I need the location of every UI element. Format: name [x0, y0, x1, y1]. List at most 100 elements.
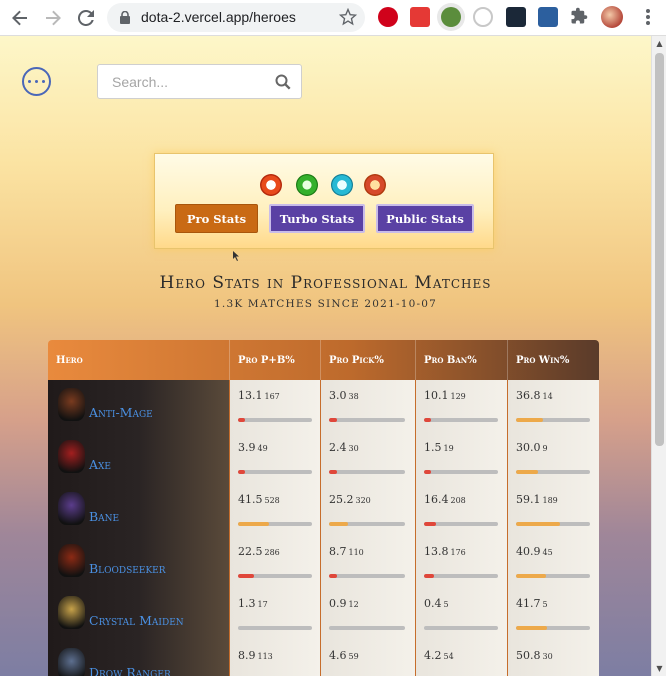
search-icon[interactable]: [275, 74, 291, 90]
stat-bar: [238, 522, 312, 526]
stat-percent: 0.9: [329, 597, 347, 610]
table-header: Hero Pro P+B% Pro Pick% Pro Ban% Pro Win…: [48, 340, 599, 380]
table-row[interactable]: Drow Ranger 8.9 113 4.6 59 4.2 54 50.8 30: [48, 640, 599, 676]
stat-count: 9: [542, 444, 548, 453]
profile-avatar[interactable]: [601, 6, 623, 28]
browser-menu-icon[interactable]: [640, 7, 656, 27]
page-title: Hero Stats in Professional Matches: [159, 273, 492, 293]
column-header-pro-ban[interactable]: Pro Ban%: [416, 340, 508, 380]
hero-cell: Crystal Maiden: [48, 588, 230, 640]
table-row[interactable]: Bloodseeker 22.5 286 8.7 110 13.8 176 40.9 4…: [48, 536, 599, 588]
stat-value: 22.5 286: [238, 545, 280, 558]
stat-bar: [516, 418, 590, 422]
hero-name-link[interactable]: Bane: [89, 509, 119, 524]
stat-bar: [424, 522, 498, 526]
page-subtitle: 1.3K MATCHES SINCE 2021-10-07: [214, 298, 437, 310]
stat-value: 13.1 167: [238, 389, 280, 402]
hero-name-link[interactable]: Drow Ranger: [89, 665, 171, 676]
stat-cell-pb: 1.3 17: [230, 588, 321, 640]
back-icon[interactable]: [8, 6, 32, 30]
extension-pdf-icon[interactable]: [410, 7, 430, 27]
menu-dot: [42, 80, 45, 83]
stat-percent: 8.9: [238, 649, 256, 662]
forward-icon[interactable]: [41, 6, 65, 30]
hero-name-link[interactable]: Bloodseeker: [89, 561, 166, 576]
stat-count: 30: [542, 652, 553, 661]
stat-bar: [329, 418, 405, 422]
agility-attribute-icon[interactable]: [296, 174, 318, 196]
stat-bar: [238, 418, 312, 422]
stat-bar-fill: [516, 626, 548, 630]
stat-bar-fill: [424, 418, 432, 422]
pro-stats-button[interactable]: Pro Stats: [175, 204, 258, 233]
table-row[interactable]: Crystal Maiden 1.3 17 0.9 12 0.4 5 41.7 5: [48, 588, 599, 640]
bookmark-star-icon[interactable]: [339, 8, 357, 26]
mouse-cursor-icon: [233, 251, 239, 261]
extension-timer-icon[interactable]: [473, 7, 493, 27]
reload-icon[interactable]: [74, 6, 98, 30]
stat-count: 5: [443, 600, 449, 609]
stat-percent: 1.5: [424, 441, 442, 454]
stat-percent: 1.3: [238, 597, 256, 610]
strength-attribute-icon[interactable]: [260, 174, 282, 196]
stat-bar-fill: [238, 574, 255, 578]
table-row[interactable]: Anti-Mage 13.1 167 3.0 38 10.1 129 36.8 14: [48, 380, 599, 432]
stat-value: 59.1 189: [516, 493, 558, 506]
hero-cell: Axe: [48, 432, 230, 484]
stat-value: 4.2 54: [424, 649, 454, 662]
scroll-up-arrow-icon[interactable]: ▲: [655, 39, 664, 48]
stat-value: 16.4 208: [424, 493, 466, 506]
page-scrollbar[interactable]: ▲ ▼: [651, 36, 666, 676]
stat-bar-fill: [516, 470, 539, 474]
stat-count: 286: [264, 548, 280, 557]
stat-bar: [424, 574, 498, 578]
stat-count: 38: [348, 392, 359, 401]
stat-value: 50.8 30: [516, 649, 553, 662]
turbo-stats-button[interactable]: Turbo Stats: [269, 204, 365, 233]
search-box: [97, 64, 302, 99]
menu-button[interactable]: [22, 67, 51, 96]
scroll-down-arrow-icon[interactable]: ▼: [655, 664, 664, 673]
stat-cell-pb: 22.5 286: [230, 536, 321, 588]
intelligence-attribute-icon[interactable]: [331, 174, 353, 196]
table-row[interactable]: Axe 3.9 49 2.4 30 1.5 19 30.0 9: [48, 432, 599, 484]
stat-value: 3.0 38: [329, 389, 359, 402]
stat-count: 59: [348, 652, 359, 661]
hero-name-link[interactable]: Crystal Maiden: [89, 613, 184, 628]
stat-bar-fill: [329, 470, 337, 474]
stat-count: 45: [542, 548, 553, 557]
extension-react-icon[interactable]: [506, 7, 526, 27]
stat-cell-pick: 2.4 30: [321, 432, 416, 484]
hero-name-link[interactable]: Anti-Mage: [89, 405, 153, 420]
stat-percent: 8.7: [329, 545, 347, 558]
stat-bar-fill: [329, 522, 348, 526]
stat-percent: 50.8: [516, 649, 541, 662]
hero-name-link[interactable]: Axe: [89, 457, 111, 472]
column-header-hero[interactable]: Hero: [48, 340, 230, 380]
stat-value: 41.7 5: [516, 597, 548, 610]
universal-attribute-icon[interactable]: [364, 174, 386, 196]
stat-percent: 13.1: [238, 389, 263, 402]
hero-cell: Drow Ranger: [48, 640, 230, 676]
stat-count: 320: [355, 496, 371, 505]
stat-bar: [516, 574, 590, 578]
extensions-puzzle-icon[interactable]: [570, 7, 588, 25]
extension-globe-icon[interactable]: [441, 7, 461, 27]
public-stats-button[interactable]: Public Stats: [376, 204, 474, 233]
column-header-pro-pick[interactable]: Pro Pick%: [321, 340, 416, 380]
stat-cell-pick: 3.0 38: [321, 380, 416, 432]
column-header-pro-pick-ban[interactable]: Pro P+B%: [230, 340, 321, 380]
extension-adblock-icon[interactable]: [378, 7, 398, 27]
stat-bar: [516, 470, 590, 474]
stat-value: 25.2 320: [329, 493, 371, 506]
extension-s-icon[interactable]: [538, 7, 558, 27]
scrollbar-thumb[interactable]: [655, 53, 664, 446]
stat-value: 0.9 12: [329, 597, 359, 610]
column-header-pro-win[interactable]: Pro Win%: [508, 340, 599, 380]
page-content: Pro Stats Turbo Stats Public Stats Hero …: [0, 36, 651, 676]
table-row[interactable]: Bane 41.5 528 25.2 320 16.4 208 59.1 189: [48, 484, 599, 536]
hero-stats-table: Hero Pro P+B% Pro Pick% Pro Ban% Pro Win…: [48, 340, 599, 676]
stat-cell-win: 59.1 189: [508, 484, 599, 536]
search-input[interactable]: [99, 66, 267, 97]
address-bar[interactable]: dota-2.vercel.app/heroes: [107, 3, 365, 32]
